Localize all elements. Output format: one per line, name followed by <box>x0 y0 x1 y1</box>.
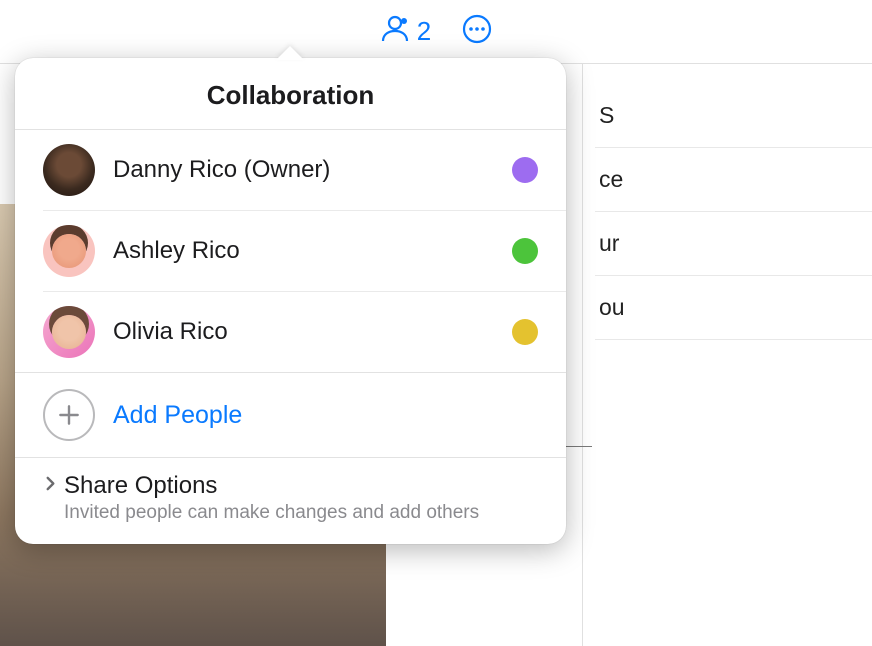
presence-color-dot <box>512 157 538 183</box>
share-options-subtitle: Invited people can make changes and add … <box>43 502 538 524</box>
participant-name: Ashley Rico <box>113 237 494 265</box>
ellipsis-circle-icon <box>461 13 493 50</box>
right-panel: S ce ur ou <box>582 64 872 646</box>
participant-row[interactable]: Ashley Rico <box>43 211 566 292</box>
participant-row[interactable]: Olivia Rico <box>43 292 566 372</box>
add-people-button[interactable]: Add People <box>15 372 566 457</box>
avatar <box>43 144 95 196</box>
panel-row: S <box>595 84 872 148</box>
top-toolbar: 2 <box>0 0 872 64</box>
person-icon <box>379 12 411 51</box>
more-button[interactable] <box>461 13 493 50</box>
chevron-right-icon <box>43 476 58 496</box>
share-options-button[interactable]: Share Options Invited people can make ch… <box>15 457 566 544</box>
avatar <box>43 306 95 358</box>
participants-list: Danny Rico (Owner) Ashley Rico Olivia Ri… <box>15 130 566 372</box>
participant-name: Olivia Rico <box>113 318 494 346</box>
participant-name: Danny Rico (Owner) <box>113 156 494 184</box>
popover-arrow <box>276 46 304 60</box>
participant-row[interactable]: Danny Rico (Owner) <box>43 130 566 211</box>
collaboration-popover: Collaboration Danny Rico (Owner) Ashley … <box>15 58 566 544</box>
panel-row: ou <box>595 276 872 340</box>
presence-color-dot <box>512 238 538 264</box>
avatar <box>43 225 95 277</box>
people-count-label: 2 <box>417 16 431 47</box>
people-count-button[interactable]: 2 <box>379 12 431 51</box>
share-options-title: Share Options <box>64 472 217 500</box>
presence-color-dot <box>512 319 538 345</box>
panel-row: ce <box>595 148 872 212</box>
panel-row: ur <box>595 212 872 276</box>
add-people-label: Add People <box>113 401 242 430</box>
popover-title: Collaboration <box>15 58 566 130</box>
plus-circle-icon <box>43 389 95 441</box>
